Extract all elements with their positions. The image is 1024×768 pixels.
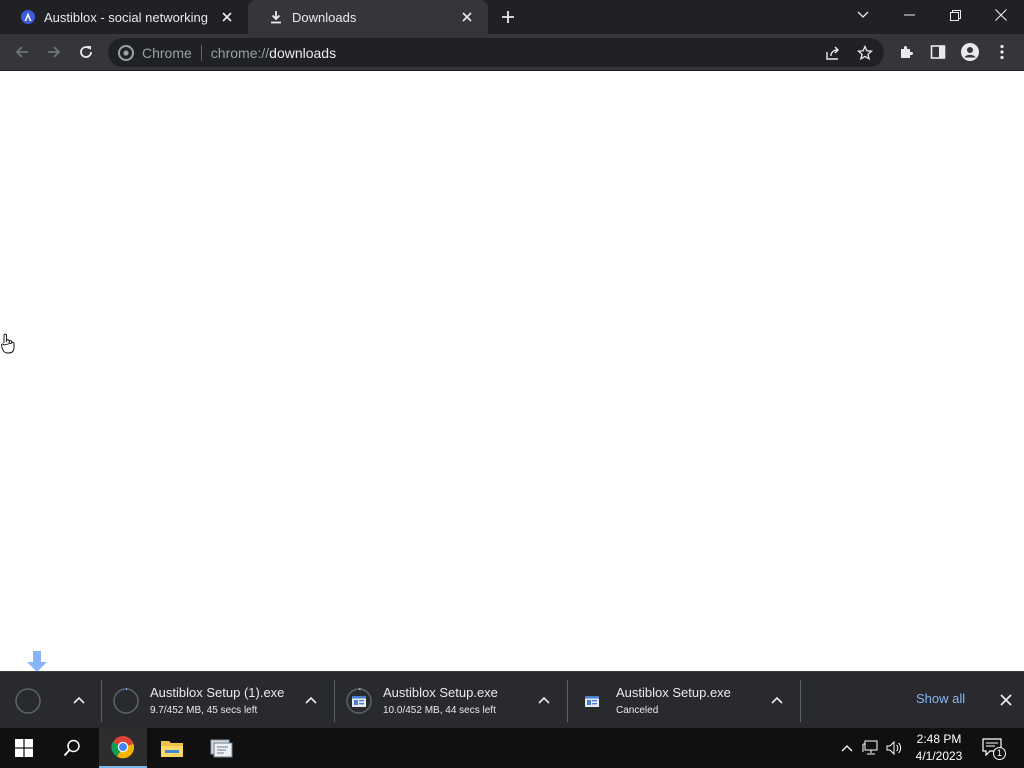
volume-icon[interactable] [884, 738, 904, 758]
download-shelf: Austiblox Setup (1).exe 9.7/452 MB, 45 s… [0, 671, 1024, 728]
chrome-logo-icon [118, 44, 134, 61]
download-item[interactable]: Austiblox Setup.exe 10.0/452 MB, 44 secs… [345, 672, 567, 729]
tab-search-button[interactable] [840, 0, 886, 30]
puzzle-icon [901, 46, 913, 58]
progress-ring-icon [112, 687, 140, 715]
browser-toolbar: Chrome chrome://downloads [0, 34, 1024, 71]
show-hidden-icons-button[interactable] [837, 738, 857, 758]
close-window-button[interactable] [978, 0, 1024, 30]
search-button[interactable] [48, 728, 96, 768]
download-filename: Austiblox Setup.exe [383, 685, 498, 700]
address-bar[interactable]: Chrome chrome://downloads [108, 38, 884, 67]
tab-downloads[interactable]: Downloads [248, 0, 488, 34]
new-tab-button[interactable] [498, 7, 518, 27]
download-icon [268, 9, 284, 25]
close-tab-icon[interactable] [218, 8, 236, 26]
folder-icon [161, 741, 183, 757]
minimize-icon [903, 14, 915, 16]
screen: Austiblox - social networking Downloads [0, 0, 1024, 768]
chevron-up-icon[interactable] [302, 691, 320, 709]
page-content [0, 71, 1024, 761]
chrome-icon [111, 736, 135, 759]
side-panel-icon [930, 45, 946, 59]
reload-icon [80, 46, 92, 58]
download-filename: Austiblox Setup (1).exe [150, 685, 285, 700]
tab-strip: Austiblox - social networking Downloads [0, 0, 1024, 34]
download-item-canceled[interactable]: Austiblox Setup.exe Canceled [578, 672, 800, 729]
site-label: Chrome [142, 44, 192, 61]
close-shelf-button[interactable] [996, 690, 1016, 710]
action-center-button[interactable]: 1 [980, 736, 1006, 760]
tab-title: Downloads [292, 9, 357, 25]
notification-count-badge: 1 [993, 747, 1006, 760]
url-scheme: chrome:// [210, 44, 270, 61]
chevron-up-icon[interactable] [70, 691, 88, 709]
windows-logo-icon [15, 739, 33, 757]
hand-cursor-icon [1, 333, 15, 360]
reload-button[interactable] [73, 39, 99, 65]
url-host: downloads [269, 44, 337, 61]
forward-button[interactable] [41, 39, 67, 65]
arrow-right-icon [48, 46, 61, 58]
shelf-divider [101, 680, 102, 722]
share-icon[interactable] [824, 44, 842, 62]
shelf-divider [800, 680, 801, 722]
profile-button[interactable] [957, 39, 983, 65]
shelf-divider [567, 680, 568, 722]
arrow-left-icon [15, 46, 28, 58]
tab-title: Austiblox - social networking [44, 9, 209, 25]
close-tab-icon[interactable] [458, 8, 476, 26]
restore-icon [949, 9, 961, 21]
show-all-link[interactable]: Show all [916, 691, 965, 706]
start-button[interactable] [0, 728, 48, 768]
tab-austiblox[interactable]: Austiblox - social networking [0, 0, 248, 34]
progress-ring-icon [14, 687, 42, 715]
download-status: Canceled [616, 705, 659, 716]
clock-date: 4/1/2023 [915, 749, 963, 763]
chevron-up-icon[interactable] [768, 691, 786, 709]
taskbar-chrome[interactable] [99, 728, 147, 768]
side-panel-button[interactable] [925, 39, 951, 65]
taskbar-app[interactable] [197, 728, 245, 768]
kebab-menu-icon [1000, 44, 1004, 60]
omnibox-divider [200, 44, 202, 61]
download-status: 9.7/452 MB, 45 secs left [150, 705, 258, 716]
download-item[interactable]: Austiblox Setup (1).exe 9.7/452 MB, 45 s… [112, 672, 334, 729]
download-filename: Austiblox Setup.exe [616, 685, 731, 700]
minimize-button[interactable] [886, 0, 932, 30]
shelf-divider [334, 680, 335, 722]
avatar-icon [961, 43, 979, 61]
chevron-up-icon[interactable] [535, 691, 553, 709]
installer-file-icon [578, 687, 606, 715]
chevron-up-icon [841, 745, 853, 752]
taskbar-file-explorer[interactable] [148, 728, 196, 768]
plus-icon [502, 11, 514, 23]
installer-app-icon [210, 739, 233, 758]
download-item-pending[interactable] [14, 672, 102, 729]
bookmark-star-icon[interactable] [856, 44, 874, 62]
installer-file-icon [345, 687, 373, 715]
austiblox-favicon-icon [20, 9, 36, 25]
chrome-menu-button[interactable] [989, 39, 1015, 65]
chevron-down-icon [857, 11, 869, 18]
back-button[interactable] [9, 39, 35, 65]
system-clock[interactable]: 2:48 PM 4/1/2023 [910, 731, 968, 765]
network-icon[interactable] [861, 738, 881, 758]
download-status: 10.0/452 MB, 44 secs left [383, 705, 496, 716]
restore-button[interactable] [932, 0, 978, 30]
clock-time: 2:48 PM [916, 732, 962, 746]
extensions-button[interactable] [893, 39, 919, 65]
close-icon [1000, 694, 1012, 706]
windows-taskbar: 2:48 PM 4/1/2023 1 [0, 728, 1024, 768]
search-icon [63, 739, 80, 757]
close-icon [995, 9, 1007, 21]
